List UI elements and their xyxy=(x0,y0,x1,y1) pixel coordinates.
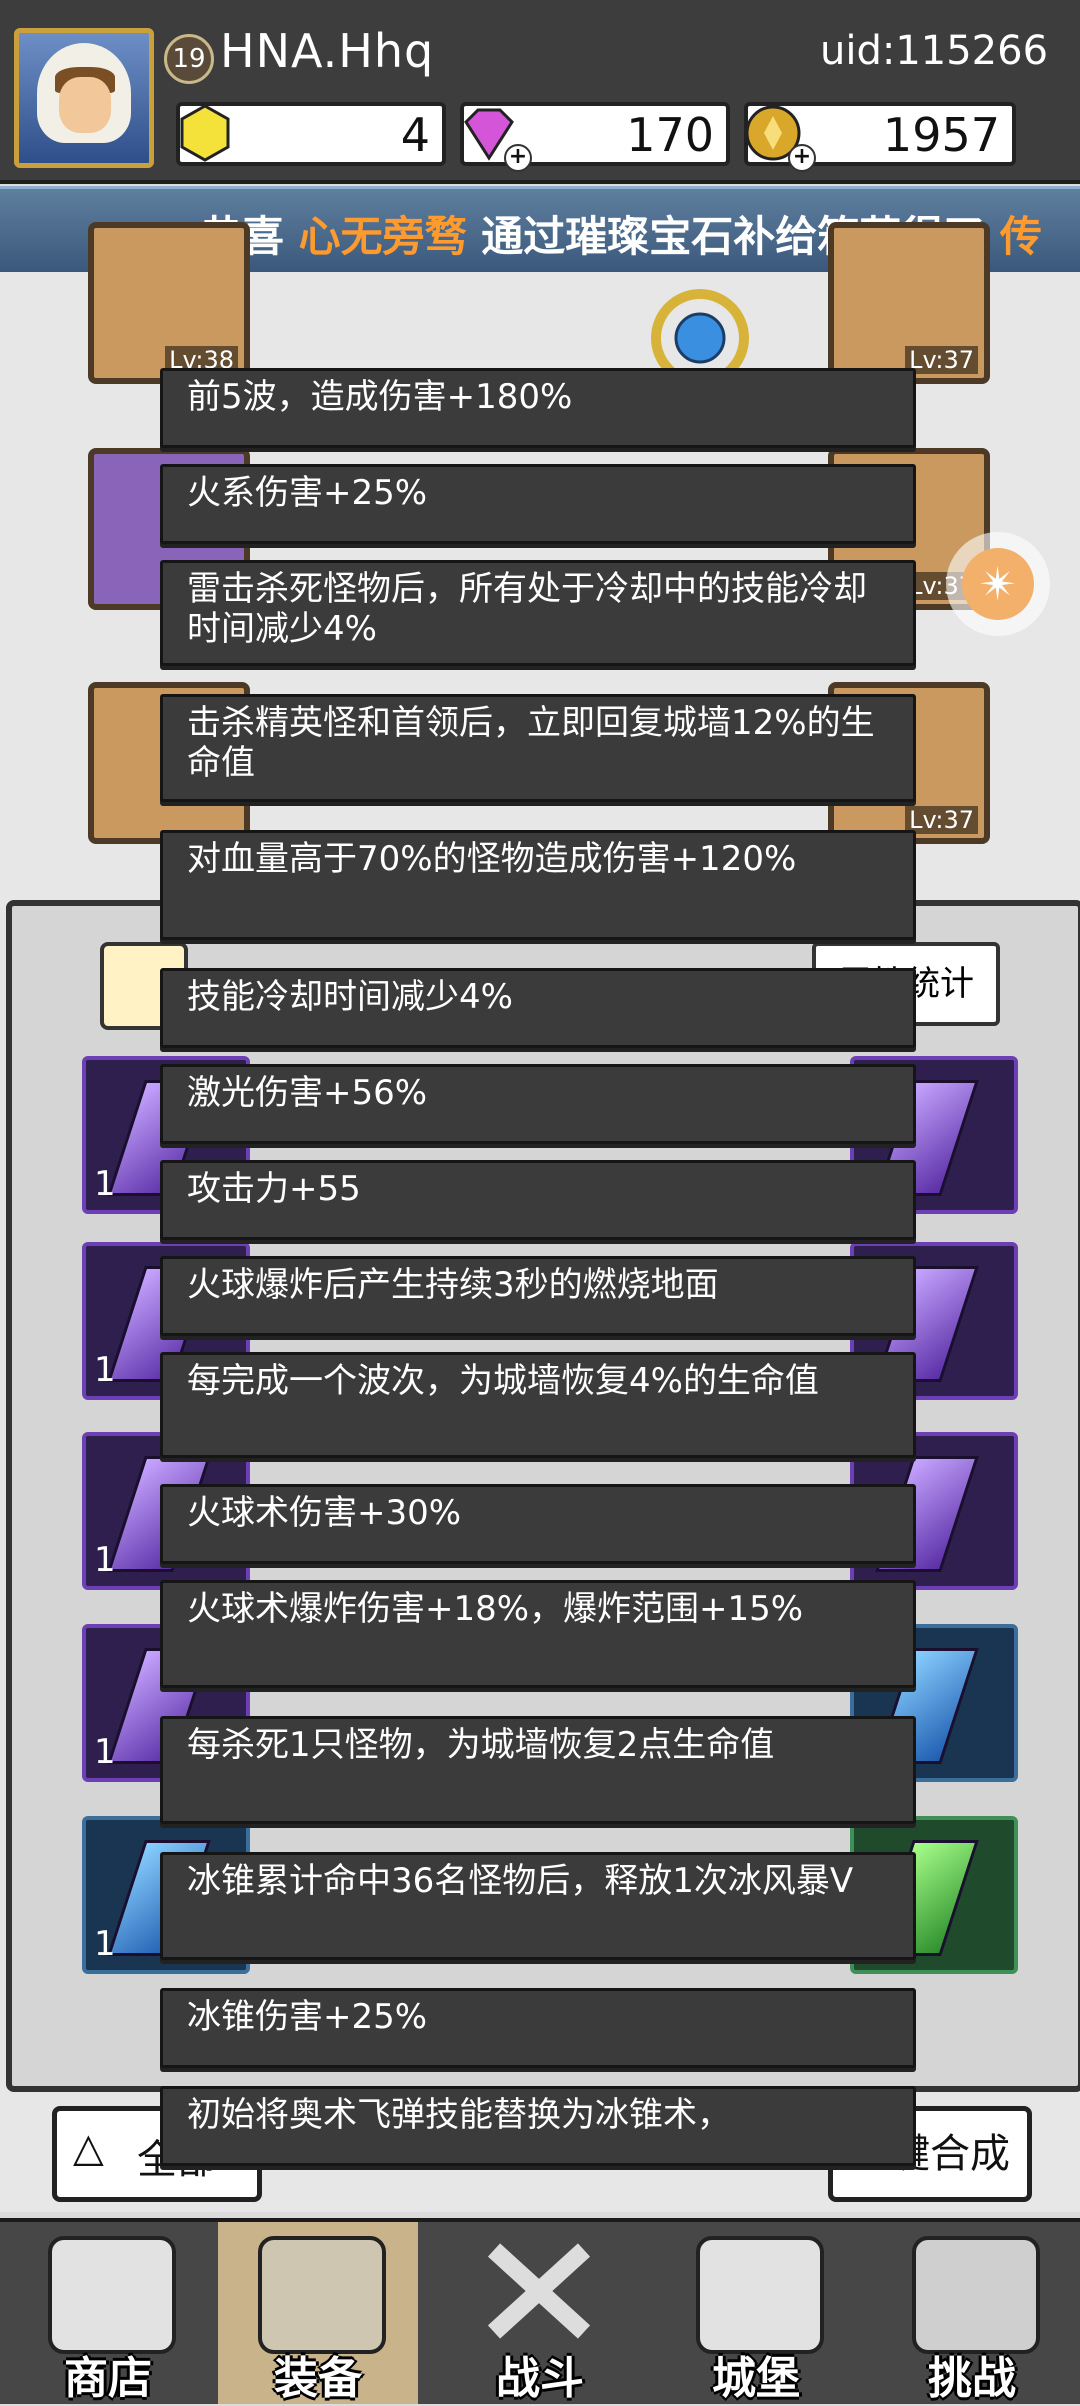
add-gems-button[interactable]: + xyxy=(504,144,532,172)
card-count: 1 xyxy=(94,1350,116,1390)
effect-item: 击杀精英怪和首领后，立即回复城墙12%的生命值 xyxy=(160,694,916,802)
card-count: 1 xyxy=(94,1540,116,1580)
equip-slot-helmet[interactable]: Lv:38 xyxy=(88,222,250,384)
effect-item: 激光伤害+56% xyxy=(160,1064,916,1144)
nav-equipment-label: 装备 xyxy=(274,2353,362,2404)
add-coins-button[interactable]: + xyxy=(788,144,816,172)
effect-item: 每杀死1只怪物，为城墙恢复2点生命值 xyxy=(160,1716,916,1824)
effect-item: 攻击力+55 xyxy=(160,1160,916,1240)
effect-item: 火系伤害+25% xyxy=(160,464,916,544)
gold-hex-icon xyxy=(180,104,230,162)
effect-item: 对血量高于70%的怪物造成伤害+120% xyxy=(160,830,916,940)
crossed-swords-icon xyxy=(487,2243,591,2339)
ticker-player-name: 心无旁骛 xyxy=(298,212,467,261)
resource-gold: 4 xyxy=(176,102,446,166)
nav-castle-label: 城堡 xyxy=(712,2353,800,2404)
player-name: HNA.Hhq xyxy=(220,24,435,78)
nav-shop-label: 商店 xyxy=(64,2353,152,2404)
nav-challenge[interactable]: 挑战 xyxy=(872,2222,1072,2404)
coins-value: 1957 xyxy=(882,108,1000,162)
accessibility-button[interactable]: ✴ xyxy=(946,532,1050,636)
person-icon: ✴ xyxy=(962,548,1034,620)
gem-effects-tooltip: 前5波，造成伤害+180% 火系伤害+25% 雷击杀死怪物后，所有处于冷却中的技… xyxy=(160,368,920,2176)
top-bar: 19 HNA.Hhq uid:115266 4 + 170 + 1957 xyxy=(0,0,1080,184)
nav-castle[interactable]: 城堡 xyxy=(656,2222,856,2404)
effect-item: 冰锥累计命中36名怪物后，释放1次冰风暴V xyxy=(160,1852,916,1960)
backpack-icon xyxy=(258,2236,386,2354)
gold-value: 4 xyxy=(400,108,430,162)
challenge-shield-icon xyxy=(912,2236,1040,2354)
shop-icon xyxy=(48,2236,176,2354)
equip-slot-weapon[interactable]: Lv:37 xyxy=(828,222,990,384)
nav-challenge-label: 挑战 xyxy=(928,2353,1016,2404)
player-uid: uid:115266 xyxy=(820,28,1049,74)
nav-battle-label: 战斗 xyxy=(496,2353,584,2404)
card-count: 1 xyxy=(94,1732,116,1772)
player-level-badge: 19 xyxy=(164,34,214,84)
resource-gems: + 170 xyxy=(460,102,730,172)
effect-item: 每完成一个波次，为城墙恢复4%的生命值 xyxy=(160,1352,916,1458)
avatar[interactable] xyxy=(14,28,154,168)
effect-item: 雷击杀死怪物后，所有处于冷却中的技能冷却时间减少4% xyxy=(160,560,916,666)
effect-item: 初始将奥术飞弹技能替换为冰锥术， xyxy=(160,2086,916,2166)
nav-equipment[interactable]: 装备 xyxy=(218,2222,418,2404)
ticker-suffix: 传 xyxy=(999,212,1042,261)
bottom-nav: 商店 装备 战斗 城堡 挑战 xyxy=(0,2218,1080,2404)
card-count: 1 xyxy=(94,1164,116,1204)
effect-item: 火球术爆炸伤害+18%，爆炸范围+15% xyxy=(160,1580,916,1688)
resource-coins: + 1957 xyxy=(744,102,1016,172)
effect-item: 技能冷却时间减少4% xyxy=(160,968,916,1048)
gems-value: 170 xyxy=(626,108,714,162)
effect-item: 火球爆炸后产生持续3秒的燃烧地面 xyxy=(160,1256,916,1336)
nav-battle[interactable]: 战斗 xyxy=(440,2222,640,2404)
effect-item: 冰锥伤害+25% xyxy=(160,1988,916,2068)
nav-shop[interactable]: 商店 xyxy=(8,2222,208,2404)
card-count: 1 xyxy=(94,1924,116,1964)
effect-item: 火球术伤害+30% xyxy=(160,1484,916,1564)
castle-icon xyxy=(696,2236,824,2354)
triangle-up-icon: △ xyxy=(73,2125,104,2171)
effect-item: 前5波，造成伤害+180% xyxy=(160,368,916,448)
